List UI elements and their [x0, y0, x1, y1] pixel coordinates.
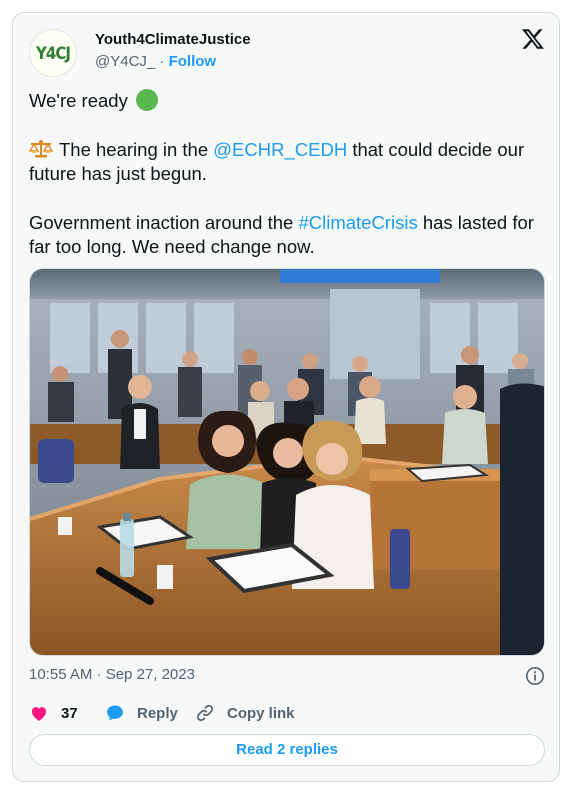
hashtag-link[interactable]: #ClimateCrisis	[298, 212, 417, 233]
follow-button[interactable]: Follow	[169, 53, 217, 70]
author-handle[interactable]: @Y4CJ_	[95, 53, 155, 70]
tweet-line-2: The hearing in the @ECHR_CEDH that could…	[29, 138, 545, 187]
handle-separator: ·	[159, 53, 165, 70]
like-count: 37	[61, 704, 78, 722]
tweet-line-2-pre: The hearing in the	[59, 138, 209, 160]
reply-label: Reply	[137, 704, 178, 722]
action-bar: 37 Reply Copy link	[29, 703, 545, 727]
x-logo-icon[interactable]	[521, 27, 545, 51]
tweet-text: We're ready The hearing in the @ECHR_CED…	[29, 89, 545, 260]
info-icon[interactable]	[525, 666, 545, 686]
green-circle-emoji-icon	[135, 89, 158, 111]
tweet-line-1: We're ready	[29, 89, 545, 114]
link-icon	[196, 704, 214, 722]
like-button[interactable]: 37	[29, 703, 78, 723]
avatar-logo-text: Y4CJ	[36, 42, 71, 64]
heart-icon	[31, 707, 47, 721]
tweet-line-1-text: We're ready	[29, 90, 128, 111]
balance-scale-emoji-icon	[29, 139, 53, 157]
tweet-card: Y4CJ Youth4ClimateJustice @Y4CJ_ · Follo…	[12, 12, 560, 782]
copy-link-button[interactable]: Copy link	[195, 703, 295, 723]
reply-bubble-icon	[107, 705, 123, 721]
copy-link-label: Copy link	[227, 704, 295, 722]
tweet-header: Y4CJ Youth4ClimateJustice @Y4CJ_ · Follo…	[29, 27, 545, 79]
timestamp-row: 10:55 AM · Sep 27, 2023	[29, 666, 545, 686]
courtroom-photo-illustration	[30, 269, 544, 655]
handle-row: @Y4CJ_ · Follow	[95, 53, 216, 70]
reply-button[interactable]: Reply	[105, 703, 178, 723]
avatar[interactable]: Y4CJ	[29, 29, 77, 77]
tweet-photo[interactable]	[29, 268, 545, 656]
tweet-line-3: Government inaction around the #ClimateC…	[29, 211, 545, 260]
tweet-line-3-pre: Government inaction around the	[29, 211, 294, 233]
read-replies-button[interactable]: Read 2 replies	[29, 734, 545, 766]
mention-link[interactable]: @ECHR_CEDH	[213, 139, 347, 160]
timestamp[interactable]: 10:55 AM · Sep 27, 2023	[29, 666, 195, 683]
author-name[interactable]: Youth4ClimateJustice	[95, 31, 251, 48]
